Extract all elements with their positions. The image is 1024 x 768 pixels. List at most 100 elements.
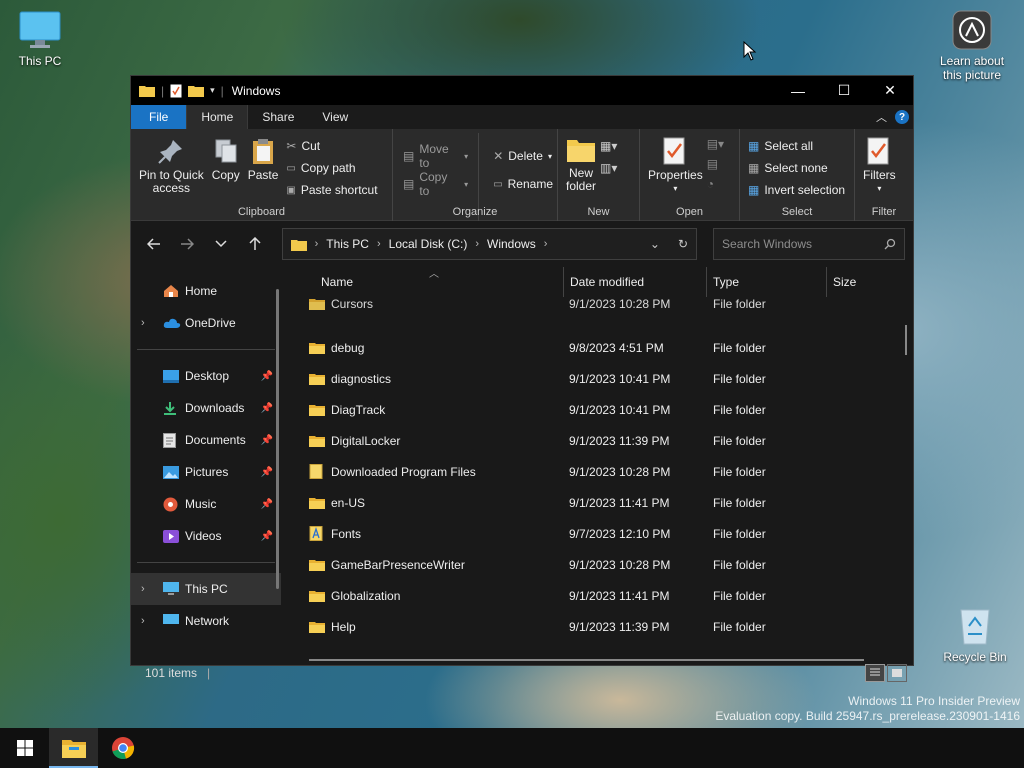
table-row[interactable]: diagnostics 9/1/2023 10:41 PM File folder xyxy=(309,363,899,394)
file-name: Globalization xyxy=(331,588,401,603)
table-row[interactable]: Help 9/1/2023 11:39 PM File folder xyxy=(309,611,899,642)
table-row[interactable]: Cursors 9/1/2023 10:28 PM File folder xyxy=(309,297,899,319)
vertical-scrollbar[interactable] xyxy=(905,325,907,355)
pinned-icon[interactable]: 📌 xyxy=(261,467,273,478)
nav-item-music[interactable]: Music 📌 xyxy=(131,488,281,520)
file-list[interactable]: ︿ Name Date modified Type Size Cursors 9/… xyxy=(281,267,913,661)
desktop-icon-this-pc[interactable]: This PC xyxy=(0,10,80,68)
column-header-name[interactable]: Name xyxy=(315,267,557,297)
table-row[interactable]: GameBarPresenceWriter 9/1/2023 10:28 PM Fi… xyxy=(309,549,899,580)
file-type: File folder xyxy=(713,371,766,386)
copy-icon xyxy=(215,139,237,163)
table-row[interactable]: debug 9/8/2023 4:51 PM File folder xyxy=(309,332,899,363)
minimize-button[interactable]: — xyxy=(775,76,821,105)
taskbar-chrome[interactable] xyxy=(98,728,147,768)
file-explorer-window[interactable]: | ▾ | Windows — ☐ ✕ File Home Share View… xyxy=(130,75,914,682)
pinned-icon[interactable]: 📌 xyxy=(261,403,273,414)
address-bar[interactable]: › This PC › Local Disk (C:) › Windows › … xyxy=(281,228,698,260)
properties-check-icon[interactable] xyxy=(170,84,182,98)
expand-chevron-icon[interactable]: › xyxy=(141,583,163,595)
quick-access-toolbar: | ▾ | xyxy=(131,84,224,98)
copy-path-button[interactable]: ▭ Copy path xyxy=(286,159,377,177)
copy-to-button[interactable]: ▤ Copy to ▾ xyxy=(403,170,468,198)
expand-chevron-icon[interactable]: › xyxy=(141,615,163,627)
table-row[interactable]: DigitalLocker 9/1/2023 11:39 PM File folde… xyxy=(309,425,899,456)
close-button[interactable]: ✕ xyxy=(867,76,913,105)
tab-share[interactable]: Share xyxy=(248,105,308,129)
delete-button[interactable]: ✕ Delete ▾ xyxy=(493,147,553,165)
desktop-icon-learn-about-picture[interactable]: Learn about this picture xyxy=(932,10,1012,82)
select-all-label: Select all xyxy=(764,139,814,153)
forward-button[interactable] xyxy=(173,229,203,259)
tab-file[interactable]: File xyxy=(131,105,187,129)
table-row[interactable]: Downloaded Program Files 9/1/2023 10:28 P… xyxy=(309,456,899,487)
rename-button[interactable]: ▭ Rename xyxy=(493,175,553,193)
nav-item-onedrive[interactable]: › OneDrive xyxy=(131,307,281,339)
large-icons-view-icon xyxy=(892,669,902,677)
cut-button[interactable]: ✂ Cut xyxy=(286,137,377,155)
select-none-button[interactable]: ▦ Select none xyxy=(748,159,845,177)
help-icon[interactable]: ? xyxy=(895,110,909,124)
column-header-date-modified[interactable]: Date modified xyxy=(563,267,705,297)
table-row[interactable]: en-US 9/1/2023 11:41 PM File folder xyxy=(309,487,899,518)
folder-icon xyxy=(309,591,325,602)
edit-icon[interactable]: ▤ xyxy=(707,157,724,171)
open-icon[interactable]: ▤▾ xyxy=(707,137,724,151)
breadcrumb-windows[interactable]: Windows xyxy=(487,237,536,251)
nav-item-pictures[interactable]: Pictures 📌 xyxy=(131,456,281,488)
column-header-type[interactable]: Type xyxy=(706,267,824,297)
column-header-size[interactable]: Size xyxy=(826,267,896,297)
move-to-button[interactable]: ▤ Move to ▾ xyxy=(403,142,468,170)
nav-scrollbar[interactable] xyxy=(276,289,279,589)
pinned-icon[interactable]: 📌 xyxy=(261,435,273,446)
navigation-pane[interactable]: Home › OneDrive Desktop 📌 Downloads 📌 Do… xyxy=(131,267,281,661)
up-button[interactable] xyxy=(240,229,270,259)
maximize-button[interactable]: ☐ xyxy=(821,76,867,105)
breadcrumb-this-pc[interactable]: This PC xyxy=(326,237,369,251)
chrome-icon xyxy=(111,737,134,760)
table-row[interactable]: DiagTrack 9/1/2023 10:41 PM File folder xyxy=(309,394,899,425)
nav-item-videos[interactable]: Videos 📌 xyxy=(131,520,281,552)
taskbar-file-explorer[interactable] xyxy=(49,728,98,768)
nav-item-home[interactable]: Home xyxy=(131,275,281,307)
dropdown-arrow-icon: ▾ xyxy=(673,184,678,193)
expand-chevron-icon[interactable]: › xyxy=(141,317,163,329)
new-item-icon[interactable]: ▦▾ xyxy=(600,139,617,153)
address-history-chevron-icon[interactable]: ⌄ xyxy=(650,237,660,251)
paste-shortcut-button[interactable]: ▣ Paste shortcut xyxy=(286,181,377,199)
nav-item-documents[interactable]: Documents 📌 xyxy=(131,424,281,456)
nav-item-desktop[interactable]: Desktop 📌 xyxy=(131,360,281,392)
recent-locations-button[interactable] xyxy=(206,229,236,259)
large-icons-view-button[interactable] xyxy=(887,664,907,682)
table-row[interactable]: Globalization 9/1/2023 11:41 PM File folde… xyxy=(309,580,899,611)
pinned-icon[interactable]: 📌 xyxy=(261,531,273,542)
desktop-icon-recycle-bin[interactable]: Recycle Bin xyxy=(935,604,1015,664)
new-folder-icon[interactable] xyxy=(188,84,205,97)
title-bar[interactable]: | ▾ | Windows — ☐ ✕ xyxy=(131,76,913,105)
search-box[interactable]: Search Windows xyxy=(713,228,905,260)
tab-view[interactable]: View xyxy=(308,105,362,129)
select-all-button[interactable]: ▦ Select all xyxy=(748,137,845,155)
history-icon[interactable]: ◔ xyxy=(707,177,724,191)
nav-item-this-pc[interactable]: › This PC xyxy=(131,573,281,605)
breadcrumb-local-disk[interactable]: Local Disk (C:) xyxy=(389,237,468,251)
video-icon xyxy=(163,529,179,543)
collapse-ribbon-chevron-icon[interactable]: ︿ xyxy=(876,109,887,125)
refresh-icon[interactable]: ↻ xyxy=(678,237,688,251)
tab-home[interactable]: Home xyxy=(186,105,249,129)
search-input[interactable]: Search Windows xyxy=(722,237,812,251)
start-button[interactable] xyxy=(0,728,49,768)
details-view-button[interactable] xyxy=(865,664,885,682)
toolbar-divider: | xyxy=(161,83,165,98)
customize-toolbar-chevron-icon[interactable]: ▾ xyxy=(210,85,215,96)
back-button[interactable] xyxy=(139,229,169,259)
easy-access-icon[interactable]: ▥▾ xyxy=(600,161,617,175)
nav-item-downloads[interactable]: Downloads 📌 xyxy=(131,392,281,424)
nav-item-network[interactable]: › Network xyxy=(131,605,281,637)
invert-selection-button[interactable]: ▦ Invert selection xyxy=(748,181,845,199)
pinned-icon[interactable]: 📌 xyxy=(261,499,273,510)
select-none-label: Select none xyxy=(764,161,828,175)
table-row[interactable]: Fonts 9/7/2023 12:10 PM File folder xyxy=(309,518,899,549)
file-date-modified: 9/1/2023 11:41 PM xyxy=(569,588,670,603)
pinned-icon[interactable]: 📌 xyxy=(261,371,273,382)
